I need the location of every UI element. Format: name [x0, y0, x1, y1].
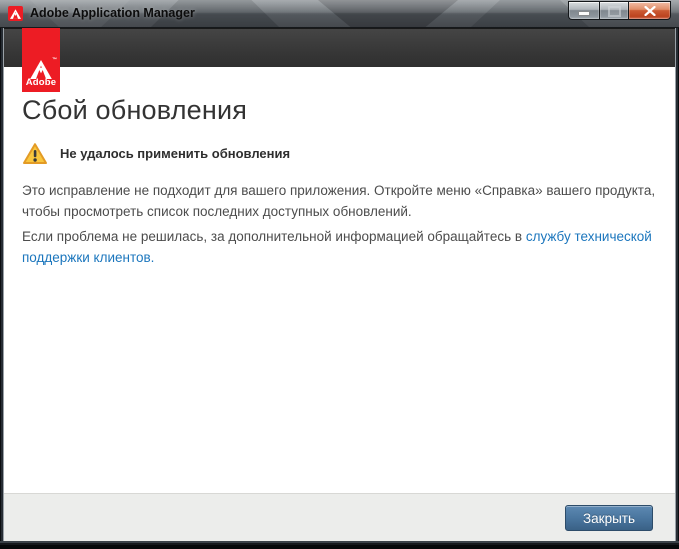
paragraph-fix-line2: чтобы просмотреть список последних досту…	[22, 201, 667, 222]
adobe-logo-text: Adobe	[22, 77, 60, 88]
support-link-line1[interactable]: службу технической	[526, 229, 652, 244]
header-band	[4, 28, 675, 67]
window-controls	[568, 1, 671, 20]
paragraph-fix-info: Это исправление не подходит для вашего п…	[22, 180, 667, 222]
warning-title: Не удалось применить обновления	[60, 146, 290, 161]
dialog-content	[4, 67, 675, 493]
page-title: Сбой обновления	[22, 95, 247, 126]
paragraph-support-text: Если проблема не решилась, за дополнител…	[22, 229, 526, 244]
paragraph-support: Если проблема не решилась, за дополнител…	[22, 226, 667, 268]
minimize-icon	[578, 11, 590, 16]
window-border-right	[675, 28, 679, 541]
close-dialog-button[interactable]: Закрыть	[565, 505, 653, 531]
minimize-button[interactable]	[568, 1, 599, 20]
trademark-symbol: ™	[52, 57, 57, 63]
warning-icon	[22, 142, 48, 165]
footer-bar: Закрыть	[4, 493, 675, 541]
adobe-logo-tab: ™ Adobe	[22, 28, 60, 92]
paragraph-fix-line1: Это исправление не подходит для вашего п…	[22, 180, 667, 201]
support-link-line2[interactable]: поддержки клиентов.	[22, 250, 154, 265]
close-icon	[644, 6, 656, 16]
close-window-button[interactable]	[628, 1, 671, 20]
titlebar[interactable]: Adobe Application Manager	[0, 0, 679, 28]
adobe-app-icon	[8, 6, 23, 21]
window-border-bottom	[0, 541, 679, 549]
adobe-logo-icon	[10, 9, 21, 19]
maximize-button[interactable]	[599, 1, 628, 20]
warning-row: Не удалось применить обновления	[22, 142, 290, 165]
maximize-icon	[608, 6, 621, 17]
window-title: Adobe Application Manager	[30, 0, 195, 27]
